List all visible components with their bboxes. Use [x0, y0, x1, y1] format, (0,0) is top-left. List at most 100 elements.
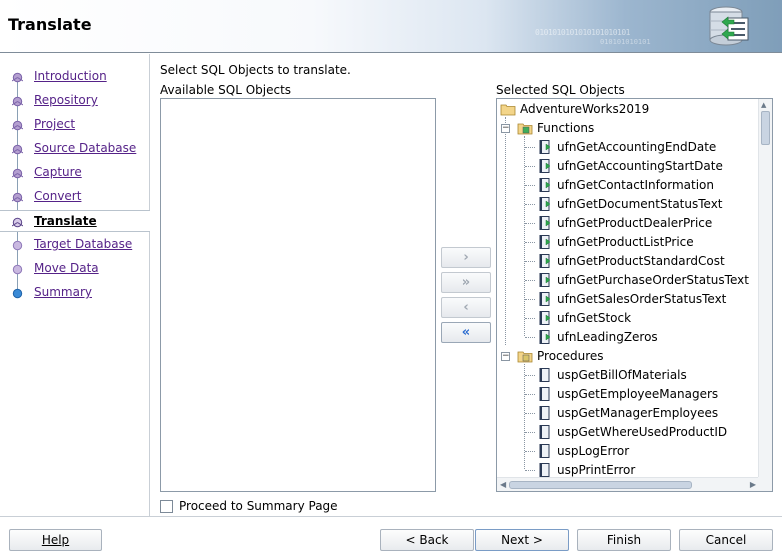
tree-node-label: Functions — [537, 121, 595, 135]
nav-step-label: Translate — [34, 214, 97, 228]
tree-guide-line — [525, 166, 535, 167]
scroll-right-arrow-icon[interactable]: ▶ — [750, 480, 756, 489]
move-all-right-button[interactable]: » — [441, 272, 491, 293]
tree-guide-line — [505, 117, 506, 345]
nav-step-summary[interactable]: Summary — [0, 282, 150, 304]
tree-item-label: uspLogError — [557, 444, 630, 458]
available-objects-label: Available SQL Objects — [160, 83, 292, 97]
step-completed-marker-icon — [12, 144, 23, 155]
tree-guide-line — [525, 242, 535, 243]
function-icon — [539, 254, 551, 268]
scroll-left-arrow-icon[interactable]: ◀ — [500, 480, 506, 489]
help-button[interactable]: Help — [9, 529, 102, 551]
step-pending-marker-icon — [12, 288, 23, 299]
wizard-steps-nav: Introduction Repository Project Source Data… — [0, 54, 150, 516]
tree-guide-line — [525, 375, 535, 376]
tree-item-label: uspGetBillOfMaterials — [557, 368, 687, 382]
tree-guide-line — [524, 364, 525, 469]
step-completed-marker-icon — [12, 72, 23, 83]
move-all-left-icon: « — [461, 325, 471, 340]
tree-guide-line — [525, 470, 535, 471]
tree-guide-line — [525, 223, 535, 224]
tree-item-label: ufnGetProductStandardCost — [557, 254, 725, 268]
nav-step-translate[interactable]: Translate — [0, 210, 150, 232]
cancel-button[interactable]: Cancel — [679, 529, 773, 551]
move-selected-right-icon: › — [463, 250, 469, 265]
procedure-icon — [539, 425, 550, 439]
step-pending-marker-icon — [12, 240, 23, 251]
move-selected-left-icon: ‹ — [463, 300, 469, 315]
function-icon — [539, 330, 551, 344]
nav-step-label: Source Database — [34, 141, 137, 155]
step-completed-marker-icon — [12, 96, 23, 107]
proceed-to-summary-checkbox[interactable] — [160, 500, 173, 513]
nav-step-label: Summary — [34, 285, 92, 299]
function-icon — [539, 197, 551, 211]
function-icon — [539, 178, 551, 192]
tree-guide-line — [525, 299, 535, 300]
nav-step-convert[interactable]: Convert — [0, 186, 150, 208]
function-icon — [539, 311, 551, 325]
tree-item-label: ufnGetSalesOrderStatusText — [557, 292, 727, 306]
nav-step-target-database[interactable]: Target Database — [0, 234, 150, 256]
tree-vertical-scrollbar[interactable]: ▲ — [758, 99, 772, 477]
tree-item-label: ufnGetDocumentStatusText — [557, 197, 723, 211]
procedure-icon — [539, 463, 550, 477]
tree-horizontal-scrollbar[interactable]: ◀ ▶ — [497, 477, 759, 491]
cancel-button-label: Cancel — [705, 533, 747, 547]
wizard-header: Translate 0101010101010101010101 0101010… — [0, 0, 782, 53]
database-translate-icon — [709, 6, 749, 46]
selected-objects-label: Selected SQL Objects — [496, 83, 625, 97]
scroll-up-arrow-icon[interactable]: ▲ — [761, 101, 766, 109]
procedure-icon — [539, 406, 550, 420]
help-button-label: Help — [41, 533, 70, 547]
finish-button[interactable]: Finish — [577, 529, 671, 551]
tree-guide-line — [525, 185, 535, 186]
tree-item-label: ufnGetStock — [557, 311, 632, 325]
procedure-icon — [539, 368, 550, 382]
procedures-collapse-toggle[interactable]: − — [501, 352, 510, 361]
nav-step-label: Repository — [34, 93, 98, 107]
tree-guide-line — [525, 204, 535, 205]
available-objects-list[interactable] — [160, 98, 436, 492]
nav-step-label: Project — [34, 117, 76, 131]
tree-item-label: ufnLeadingZeros — [557, 330, 658, 344]
next-button-label: Next > — [501, 533, 543, 547]
nav-step-move-data[interactable]: Move Data — [0, 258, 150, 280]
function-icon — [539, 235, 551, 249]
nav-step-repository[interactable]: Repository — [0, 90, 150, 112]
tree-horizontal-scroll-thumb[interactable] — [509, 481, 692, 489]
tree-item-label: uspGetManagerEmployees — [557, 406, 719, 420]
back-button[interactable]: < Back — [380, 529, 474, 551]
nav-step-capture[interactable]: Capture — [0, 162, 150, 184]
selected-objects-tree[interactable]: AdventureWorks2019 − Functions ufnGetAcco… — [496, 98, 773, 492]
nav-step-source-database[interactable]: Source Database — [0, 138, 150, 160]
nav-step-project[interactable]: Project — [0, 114, 150, 136]
scrollbar-corner — [758, 477, 772, 491]
tree-guide-line — [525, 451, 535, 452]
nav-step-label: Target Database — [34, 237, 133, 251]
move-selected-left-button[interactable]: ‹ — [441, 297, 491, 318]
nav-step-introduction[interactable]: Introduction — [0, 66, 150, 88]
tree-node-label: Procedures — [537, 349, 604, 363]
move-all-left-button[interactable]: « — [441, 322, 491, 343]
page-title: Translate — [8, 15, 92, 34]
next-button[interactable]: Next > — [475, 529, 569, 551]
move-all-right-icon: » — [461, 275, 471, 290]
tree-item-label: ufnGetAccountingEndDate — [557, 140, 717, 154]
wizard-footer: Help < Back Next > Finish Cancel — [0, 516, 782, 553]
function-icon — [539, 140, 551, 154]
tree-node-label: AdventureWorks2019 — [520, 102, 650, 116]
main-panel: Select SQL Objects to translate. Availab… — [150, 54, 782, 516]
step-pending-marker-icon — [12, 264, 23, 275]
step-completed-marker-icon — [12, 168, 23, 179]
finish-button-label: Finish — [606, 533, 642, 547]
tree-guide-line — [525, 432, 535, 433]
functions-folder-icon — [517, 123, 533, 135]
functions-collapse-toggle[interactable]: − — [501, 124, 510, 133]
tree-vertical-scroll-thumb[interactable] — [761, 111, 770, 145]
database-folder-icon — [500, 104, 516, 116]
back-button-label: < Back — [405, 533, 449, 547]
move-selected-right-button[interactable]: › — [441, 247, 491, 268]
tree-item-label: ufnGetProductDealerPrice — [557, 216, 713, 230]
